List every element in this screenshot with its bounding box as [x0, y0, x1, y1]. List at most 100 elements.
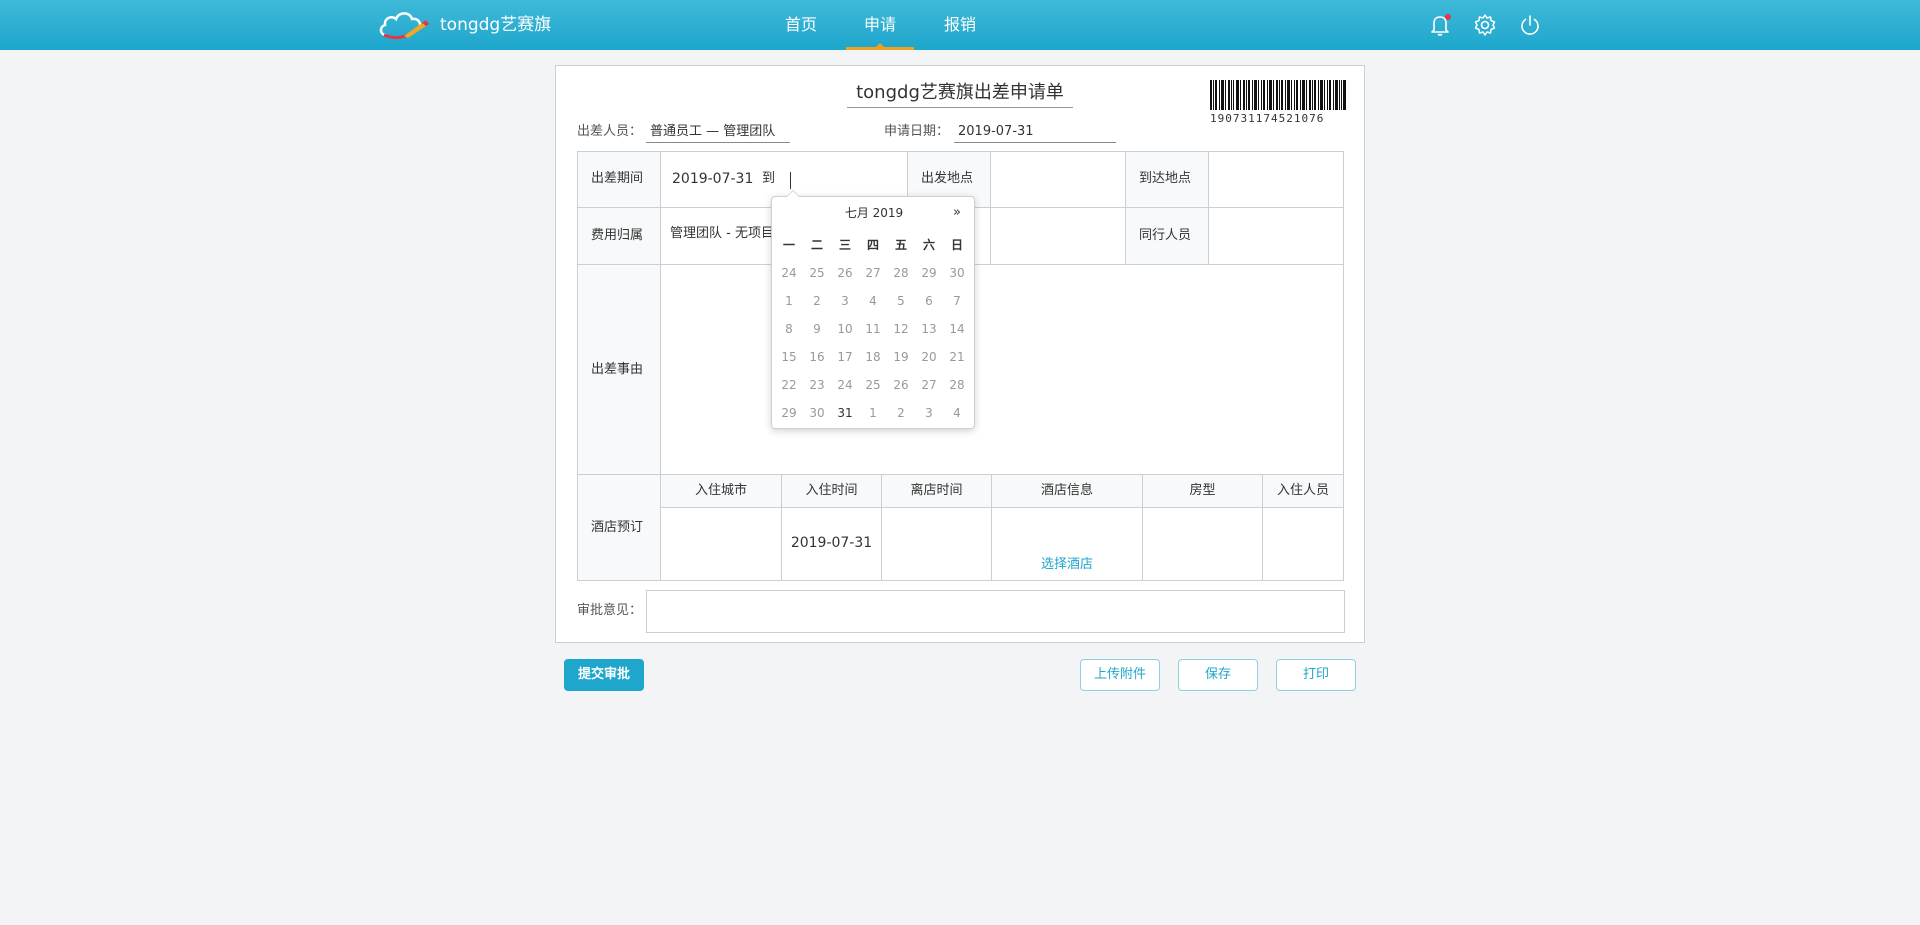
select-hotel-link[interactable]: 选择酒店 — [992, 556, 1142, 574]
datepicker-day: 28 — [893, 266, 909, 280]
arrive-label: 到达地点 — [1139, 171, 1192, 186]
weekday-label: 五 — [894, 238, 907, 252]
datepicker-day: 3 — [925, 406, 933, 420]
upload-attachment-button[interactable]: 上传附件 — [1080, 659, 1160, 691]
datepicker-day: 6 — [925, 294, 933, 308]
datepicker-day: 1 — [869, 406, 877, 420]
datepicker-day: 12 — [893, 322, 909, 336]
datepicker-day: 2 — [897, 406, 905, 420]
save-button[interactable]: 保存 — [1178, 659, 1258, 691]
traveler-field[interactable]: 普通员工 — 管理团队 — [646, 122, 790, 143]
arrive-field[interactable] — [1208, 151, 1344, 208]
datepicker-month-title[interactable]: 七月 2019 — [822, 205, 926, 221]
datepicker-week-row: 22 23 24 25 26 27 28 — [775, 371, 971, 399]
datepicker-day: 24 — [781, 266, 797, 280]
gear-icon[interactable] — [1472, 12, 1498, 38]
datepicker-day: 1 — [785, 294, 793, 308]
hotel-col-checkout: 离店时间 — [881, 474, 992, 508]
datepicker-grid: 一 二 三 四 五 六 日 24 25 26 27 28 29 30 1 2 3 4 5 6 7 8 9 10 1… — [775, 231, 971, 427]
weekday-label: 一 — [782, 238, 795, 252]
top-navbar: tongdg艺赛旗 首页 申请 报销 — [0, 0, 1920, 50]
datepicker-day: 25 — [865, 378, 881, 392]
hotel-col-checkin-label: 入住时间 — [805, 483, 858, 498]
hotel-checkin-field[interactable]: 2019-07-31 — [781, 507, 882, 581]
text-cursor — [790, 172, 791, 189]
hotel-col-guests: 入住人员 — [1262, 474, 1344, 508]
datepicker-day: 8 — [785, 322, 793, 336]
datepicker-popup: 七月 2019 » 一 二 三 四 五 六 日 24 25 26 27 28 29 30 1 2… — [771, 190, 975, 429]
datepicker-day: 20 — [921, 350, 937, 364]
hotel-guests-field[interactable] — [1262, 507, 1344, 581]
hotel-col-info: 酒店信息 — [991, 474, 1143, 508]
form-title: tongdg艺赛旗出差申请单 — [847, 78, 1073, 108]
datepicker-day: 22 — [781, 378, 797, 392]
datepicker-day: 13 — [921, 322, 937, 336]
approval-input[interactable] — [646, 590, 1345, 633]
datepicker-day: 28 — [949, 378, 965, 392]
datepicker-day: 26 — [893, 378, 909, 392]
nav-reimburse[interactable]: 报销 — [935, 0, 985, 50]
datepicker-week-row: 24 25 26 27 28 29 30 — [775, 259, 971, 287]
submit-approval-button[interactable]: 提交审批 — [564, 659, 644, 691]
datepicker-day: 17 — [837, 350, 853, 364]
weekday-label: 二 — [810, 238, 823, 252]
datepicker-day: 2 — [813, 294, 821, 308]
print-button[interactable]: 打印 — [1276, 659, 1356, 691]
datepicker-day: 27 — [921, 378, 937, 392]
datepicker-day: 25 — [809, 266, 825, 280]
cloud-logo-icon[interactable] — [378, 9, 430, 41]
brand-name[interactable]: tongdg艺赛旗 — [440, 14, 551, 36]
reason-label-cell: 出差事由 — [577, 264, 661, 475]
weekday-label: 日 — [950, 238, 963, 252]
cost-label: 费用归属 — [591, 228, 644, 243]
nav-home[interactable]: 首页 — [776, 0, 826, 50]
hotel-city-field[interactable] — [660, 507, 782, 581]
apply-date-field[interactable]: 2019-07-31 — [954, 122, 1116, 143]
datepicker-day: 7 — [953, 294, 961, 308]
datepicker-day: 4 — [953, 406, 961, 420]
datepicker-day: 26 — [837, 266, 853, 280]
datepicker-day: 5 — [897, 294, 905, 308]
depart-field[interactable] — [990, 151, 1126, 208]
datepicker-day: 30 — [949, 266, 965, 280]
period-start-value: 2019-07-31 — [672, 171, 754, 187]
hotel-col-room-label: 房型 — [1189, 483, 1216, 498]
companion-label: 同行人员 — [1139, 228, 1192, 243]
companion-field[interactable] — [1208, 207, 1344, 265]
approval-label: 审批意见： — [577, 603, 643, 618]
traveler-label: 出差人员： — [577, 124, 643, 139]
period-label-cell: 出差期间 — [577, 151, 661, 208]
nav-apply[interactable]: 申请 — [846, 0, 914, 50]
datepicker-day: 11 — [865, 322, 881, 336]
reason-textarea[interactable] — [660, 264, 1344, 475]
hotel-col-info-label: 酒店信息 — [1040, 483, 1093, 498]
weekday-label: 四 — [866, 238, 879, 252]
cost-label-cell: 费用归属 — [577, 207, 661, 265]
datepicker-next-button[interactable]: » — [948, 205, 966, 221]
datepicker-weekday-row: 一 二 三 四 五 六 日 — [775, 231, 971, 259]
datepicker-day: 18 — [865, 350, 881, 364]
cost-extra-field[interactable] — [990, 207, 1126, 265]
datepicker-week-row: 8 9 10 11 12 13 14 — [775, 315, 971, 343]
bell-icon[interactable] — [1427, 12, 1453, 38]
datepicker-day[interactable]: 31 — [831, 399, 859, 427]
depart-label: 出发地点 — [921, 171, 974, 186]
datepicker-day: 30 — [809, 406, 825, 420]
weekday-label: 三 — [838, 238, 851, 252]
hotel-label-cell: 酒店预订 — [577, 474, 661, 581]
datepicker-day: 14 — [949, 322, 965, 336]
hotel-col-checkout-label: 离店时间 — [910, 483, 963, 498]
notification-dot — [1445, 14, 1451, 20]
apply-date-label: 申请日期： — [884, 124, 950, 139]
hotel-checkout-field[interactable] — [881, 507, 992, 581]
hotel-info-field: 选择酒店 — [991, 507, 1143, 581]
hotel-room-field[interactable] — [1142, 507, 1263, 581]
power-icon[interactable] — [1517, 12, 1543, 38]
weekday-label: 六 — [922, 238, 935, 252]
datepicker-week-row: 29 30 31 1 2 3 4 — [775, 399, 971, 427]
cost-value: 管理团队 - 无项目 — [670, 226, 774, 241]
period-label: 出差期间 — [591, 171, 644, 186]
hotel-col-guests-label: 入住人员 — [1276, 483, 1329, 498]
hotel-checkin-value: 2019-07-31 — [790, 535, 873, 551]
datepicker-day: 3 — [841, 294, 849, 308]
